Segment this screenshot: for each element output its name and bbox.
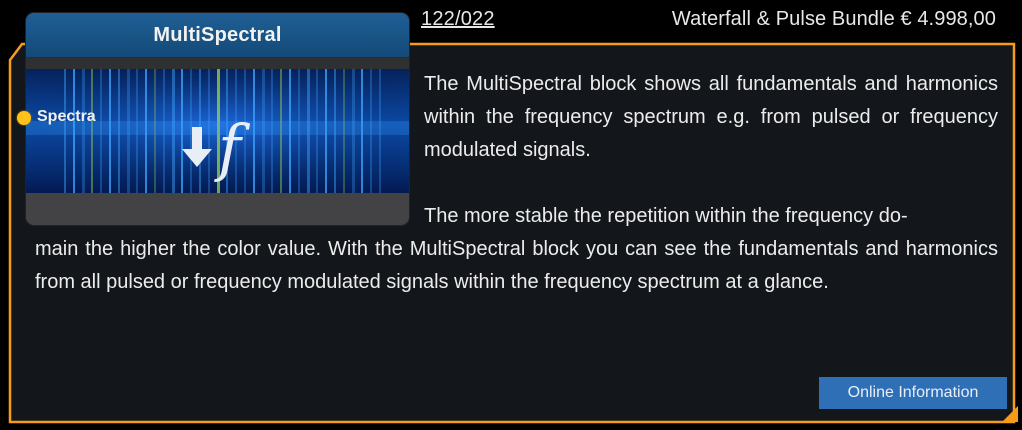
spectrum-preview: f bbox=[26, 69, 409, 193]
product-panel: 122/022 Waterfall & Pulse Bundle € 4.998… bbox=[0, 0, 1022, 430]
description-bottom: The more stable the repetition within th… bbox=[35, 200, 998, 299]
spectrum-image: f bbox=[26, 69, 409, 193]
block-title: MultiSpectral bbox=[153, 23, 282, 46]
description-top: The MultiSpectral block shows all fundam… bbox=[424, 73, 998, 161]
spectra-port-dot[interactable] bbox=[17, 111, 31, 125]
spectra-port-label: Spectra bbox=[37, 108, 96, 125]
online-information-button[interactable]: Online Information bbox=[819, 377, 1007, 409]
block-header: MultiSpectral bbox=[26, 13, 409, 58]
bundle-price: Waterfall & Pulse Bundle € 4.998,00 bbox=[671, 8, 996, 30]
description-bottom-lead: The more stable the repetition within th… bbox=[424, 205, 908, 227]
description-bottom-rest: main the higher the color value. With th… bbox=[35, 238, 998, 293]
block-separator bbox=[26, 58, 409, 69]
product-code-link[interactable]: 122/022 bbox=[421, 8, 495, 31]
